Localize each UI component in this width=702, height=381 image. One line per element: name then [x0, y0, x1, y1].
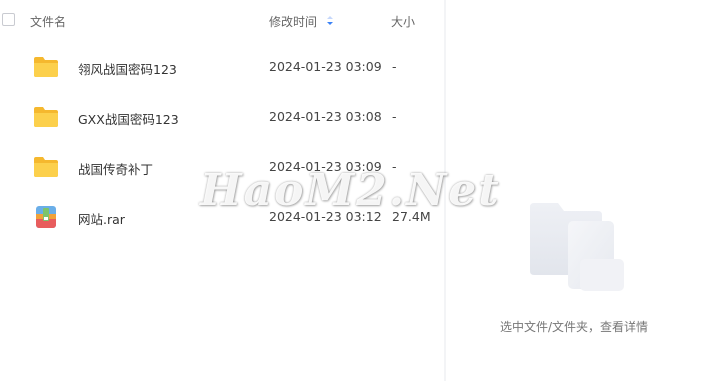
file-row[interactable]: 翎风战国密码123 2024-01-23 03:09 -: [0, 42, 444, 92]
sort-desc-icon[interactable]: [326, 15, 334, 26]
file-modified: 2024-01-23 03:08: [269, 109, 382, 124]
empty-folder-illustration-icon: [528, 195, 632, 299]
file-list-pane: 文件名 修改时间 大小 翎风战国密码123 2024-01-23 03:09 -…: [0, 0, 444, 381]
file-modified: 2024-01-23 03:12: [269, 209, 382, 224]
file-name[interactable]: 翎风战国密码123: [78, 59, 177, 78]
column-header-size[interactable]: 大小: [391, 13, 415, 30]
column-header-name[interactable]: 文件名: [30, 13, 66, 30]
file-modified: 2024-01-23 03:09: [269, 59, 382, 74]
file-row[interactable]: GXX战国密码123 2024-01-23 03:08 -: [0, 92, 444, 142]
file-modified: 2024-01-23 03:09: [269, 159, 382, 174]
empty-detail-text: 选中文件/文件夹，查看详情: [499, 320, 649, 334]
folder-icon: [33, 56, 59, 78]
file-row[interactable]: 网站.rar 2024-01-23 03:12 27.4M: [0, 192, 444, 242]
file-name[interactable]: GXX战国密码123: [78, 109, 179, 128]
file-size: -: [392, 159, 397, 174]
folder-icon: [33, 106, 59, 128]
detail-pane: 选中文件/文件夹，查看详情: [446, 0, 702, 381]
archive-icon: [35, 205, 57, 229]
file-name[interactable]: 网站.rar: [78, 209, 125, 228]
file-size: -: [392, 109, 397, 124]
file-name[interactable]: 战国传奇补丁: [78, 159, 153, 178]
file-row[interactable]: 战国传奇补丁 2024-01-23 03:09 -: [0, 142, 444, 192]
file-size: 27.4M: [392, 209, 431, 224]
folder-icon: [33, 156, 59, 178]
select-all-checkbox[interactable]: [2, 13, 15, 26]
file-manager: 文件名 修改时间 大小 翎风战国密码123 2024-01-23 03:09 -…: [0, 0, 702, 381]
column-header-modified[interactable]: 修改时间: [269, 13, 317, 30]
file-size: -: [392, 59, 397, 74]
file-list-header: 文件名 修改时间 大小: [0, 0, 444, 42]
